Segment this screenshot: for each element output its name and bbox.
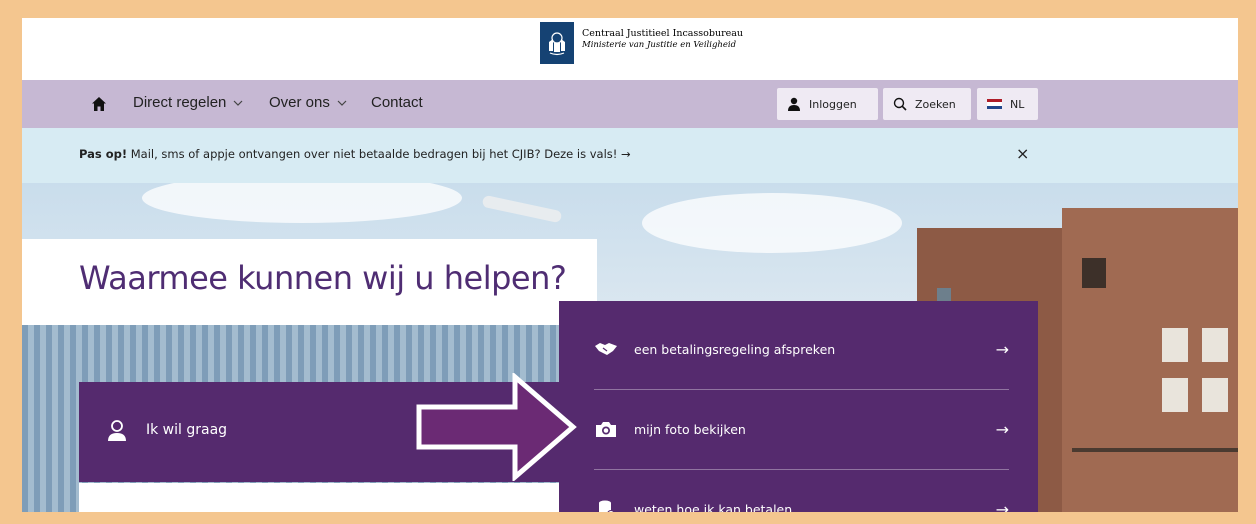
option-label: weten hoe ik kan betalen — [634, 501, 793, 513]
nav-item-label: Over ons — [269, 94, 330, 111]
login-button[interactable]: Inloggen — [777, 88, 878, 120]
hero: Waarmee kunnen wij u helpen? Ik wil graa… — [22, 183, 1238, 512]
option-view-photo[interactable]: mijn foto bekijken → — [594, 389, 1009, 469]
want-label: Ik wil graag — [146, 422, 228, 438]
login-label: Inloggen — [809, 97, 857, 111]
alert-bold: Pas op! — [79, 147, 128, 161]
nav-item-direct-regelen[interactable]: Direct regelen — [133, 94, 244, 111]
government-emblem-icon[interactable] — [540, 22, 574, 64]
search-icon — [893, 97, 907, 111]
coins-icon — [594, 499, 618, 512]
home-icon[interactable] — [91, 96, 107, 112]
option-payment-arrangement[interactable]: een betalingsregeling afspreken → — [594, 309, 1009, 389]
arrow-right-icon: → — [995, 339, 1009, 359]
search-card — [79, 483, 559, 512]
street-lamp — [481, 194, 563, 224]
hero-title-box: Waarmee kunnen wij u helpen? — [22, 239, 597, 325]
option-label: een betalingsregeling afspreken — [634, 341, 836, 357]
language-button[interactable]: NL — [977, 88, 1038, 120]
alert-message: Mail, sms of appje ontvangen over niet b… — [127, 147, 631, 161]
nav-item-label: Direct regelen — [133, 94, 227, 111]
user-icon — [788, 97, 800, 111]
option-label: mijn foto bekijken — [634, 421, 746, 437]
annotation-arrow-icon — [416, 373, 577, 481]
browser-frame: Centraal Justitieel Incassobureau Minist… — [22, 18, 1238, 512]
search-button[interactable]: Zoeken — [883, 88, 971, 120]
options-panel: een betalingsregeling afspreken → mijn f… — [559, 301, 1038, 512]
main-nav: Direct regelen Over ons Contact Inloggen… — [22, 80, 1238, 128]
close-icon[interactable]: × — [1016, 144, 1029, 163]
camera-icon — [594, 419, 618, 439]
search-label: Zoeken — [915, 97, 956, 111]
nav-item-over-ons[interactable]: Over ons — [269, 94, 348, 111]
chevron-down-icon — [337, 100, 347, 106]
cloud — [642, 193, 902, 253]
dutch-flag-icon — [987, 99, 1002, 109]
arrow-right-icon: → — [995, 499, 1009, 513]
option-how-to-pay[interactable]: weten hoe ik kan betalen → — [594, 469, 1009, 512]
person-icon — [108, 420, 126, 441]
handshake-icon — [594, 339, 618, 359]
arrow-right-icon: → — [995, 419, 1009, 439]
logo-bar: Centraal Justitieel Incassobureau Minist… — [22, 18, 1238, 80]
alert-banner: Pas op! Mail, sms of appje ontvangen ove… — [22, 128, 1238, 183]
language-label: NL — [1010, 97, 1025, 111]
brick-building-tower — [1062, 208, 1238, 512]
chevron-down-icon — [233, 100, 243, 106]
org-name: Centraal Justitieel Incassobureau — [582, 28, 744, 39]
nav-item-contact[interactable]: Contact — [371, 94, 423, 111]
cloud — [142, 183, 462, 223]
ministry-name: Ministerie van Justitie en Veiligheid — [582, 40, 737, 50]
logo-text[interactable]: Centraal Justitieel Incassobureau Minist… — [582, 28, 743, 51]
alert-link[interactable]: Pas op! Mail, sms of appje ontvangen ove… — [79, 147, 631, 161]
hero-title: Waarmee kunnen wij u helpen? — [79, 259, 567, 297]
nav-item-label: Contact — [371, 94, 423, 111]
